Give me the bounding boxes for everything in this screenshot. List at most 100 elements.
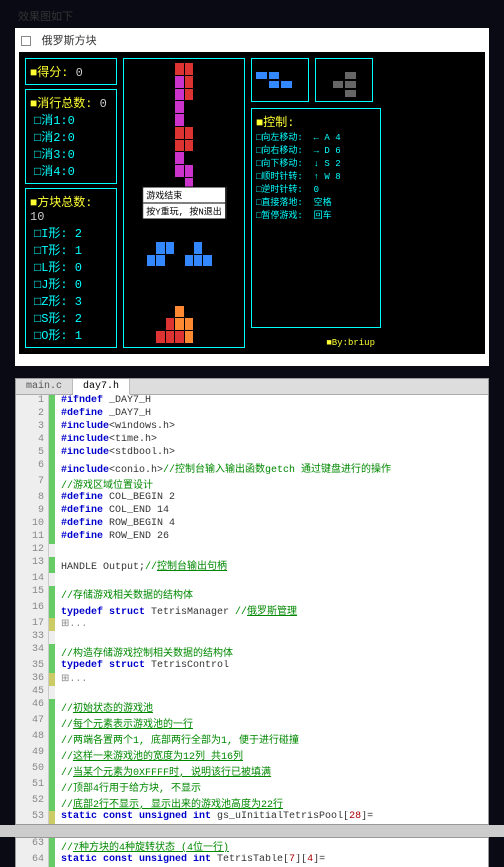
code-line: 14 — [16, 573, 488, 586]
field-cell — [175, 242, 183, 254]
field-cell — [156, 63, 164, 75]
field-cell — [185, 140, 193, 152]
tab-day7-h[interactable]: day7.h — [73, 379, 130, 395]
code-line: 52//底部2行不显示, 显示出来的游戏池高度为22行 — [16, 795, 488, 811]
blocks-box: ■方块总数: 10 □I形: 2□T形: 1□L形: 0□J形: 0□Z形: 3… — [25, 188, 117, 348]
field-cell — [147, 76, 155, 88]
field-cell — [156, 293, 164, 305]
field-cell — [203, 140, 211, 152]
field-cell — [203, 267, 211, 279]
field-cell — [147, 255, 155, 267]
field-cell — [137, 76, 145, 88]
field-cell — [166, 293, 174, 305]
preview-cell — [269, 72, 280, 79]
field-cell — [147, 318, 155, 330]
field-cell — [128, 242, 136, 254]
field-cell — [175, 76, 183, 88]
code-body[interactable]: 1#ifndef _DAY7_H2#define _DAY7_H3#includ… — [16, 395, 488, 824]
field-cell — [203, 63, 211, 75]
field-cell — [137, 127, 145, 139]
preview-cell — [294, 72, 305, 79]
field-cell — [194, 152, 202, 164]
field-cell — [194, 280, 202, 292]
lines-detail-row: □消3:0 — [34, 145, 112, 162]
field-cell — [222, 318, 230, 330]
field-cell — [147, 140, 155, 152]
code-line: 11#define ROW_END 26 — [16, 531, 488, 544]
field-cell — [175, 140, 183, 152]
lines-detail-row: □消2:0 — [34, 128, 112, 145]
field-cell — [203, 255, 211, 267]
field-cell — [175, 318, 183, 330]
field-cell — [175, 280, 183, 292]
field-cell — [128, 216, 136, 228]
preview-cell — [269, 63, 280, 70]
field-cell — [194, 165, 202, 177]
field-cell — [137, 114, 145, 126]
field-cell — [175, 293, 183, 305]
field-cell — [232, 331, 240, 343]
field-cell — [222, 152, 230, 164]
field-cell — [222, 89, 230, 101]
window-title: 俄罗斯方块 — [42, 36, 97, 48]
field-cell — [213, 255, 221, 267]
field-cell — [166, 229, 174, 241]
field-cell — [213, 101, 221, 113]
code-line: 33 — [16, 631, 488, 644]
field-cell — [128, 318, 136, 330]
field-cell — [166, 127, 174, 139]
next-preview-2 — [315, 58, 373, 102]
play-field[interactable]: 游戏结束 按Y重玩, 按N退出 — [123, 58, 245, 348]
field-cell — [156, 114, 164, 126]
preview-cell — [256, 90, 267, 97]
blocks-detail-row: □O形: 1 — [34, 326, 112, 343]
field-cell — [166, 318, 174, 330]
gameover-overlay: 游戏结束 按Y重玩, 按N退出 — [142, 187, 226, 220]
preview-cell — [320, 72, 331, 79]
field-cell — [232, 229, 240, 241]
field-cell — [194, 101, 202, 113]
field-cell — [232, 178, 240, 190]
editor-tabs: main.c day7.h — [16, 379, 488, 395]
field-cell — [203, 165, 211, 177]
field-cell — [232, 293, 240, 305]
field-cell — [128, 152, 136, 164]
field-cell — [147, 127, 155, 139]
lines-label: ■消行总数: — [30, 97, 92, 111]
field-cell — [147, 280, 155, 292]
field-cell — [185, 165, 193, 177]
field-cell — [213, 165, 221, 177]
field-cell — [137, 280, 145, 292]
lines-value: 0 — [100, 97, 107, 111]
field-cell — [166, 255, 174, 267]
field-cell — [128, 306, 136, 318]
field-cell — [128, 101, 136, 113]
tab-main-c[interactable]: main.c — [16, 379, 73, 394]
field-cell — [156, 306, 164, 318]
gameover-line1: 游戏结束 — [143, 188, 225, 204]
credit: ■By:briup — [251, 334, 381, 348]
field-cell — [147, 114, 155, 126]
field-cell — [185, 242, 193, 254]
blocks-detail-row: □T形: 1 — [34, 241, 112, 258]
code-line: 34//构造存储游戏控制相关数据的结构体 — [16, 644, 488, 660]
field-cell — [213, 63, 221, 75]
field-cell — [222, 255, 230, 267]
field-cell — [232, 191, 240, 203]
field-cell — [128, 114, 136, 126]
field-cell — [128, 127, 136, 139]
gameover-line2: 按Y重玩, 按N退出 — [143, 204, 225, 219]
preview-cell — [294, 63, 305, 70]
code-line: 13HANDLE Output;//控制台输出句柄 — [16, 557, 488, 573]
field-cell — [147, 89, 155, 101]
field-cell — [194, 242, 202, 254]
preview-cell — [333, 63, 344, 70]
field-cell — [232, 114, 240, 126]
field-cell — [137, 331, 145, 343]
field-cell — [137, 318, 145, 330]
field-cell — [137, 140, 145, 152]
code-body-2[interactable]: 63//7种方块的4种旋转状态 (4位一行)64static const uns… — [16, 838, 488, 867]
preview-cell — [281, 90, 292, 97]
preview-cell — [358, 90, 369, 97]
blocks-detail-row: □J形: 0 — [34, 275, 112, 292]
